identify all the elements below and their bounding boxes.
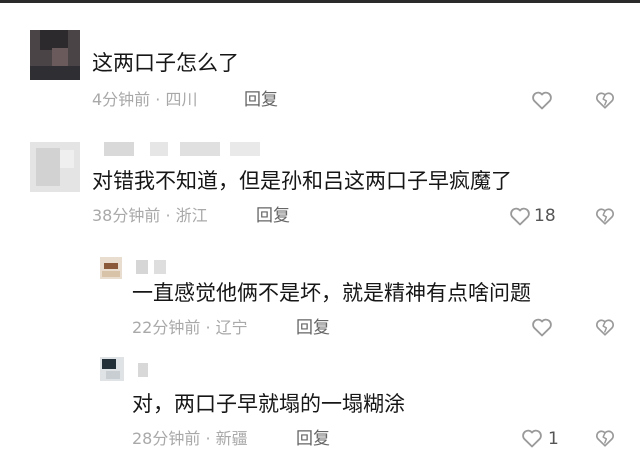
comment-location: 新疆	[215, 429, 248, 448]
avatar[interactable]	[100, 357, 124, 381]
meta-separator: ·	[205, 318, 211, 337]
broken-heart-icon[interactable]	[594, 316, 616, 338]
comment-text: 对，两口子早就塌的一塌糊涂	[132, 392, 405, 416]
like-count: 18	[534, 206, 556, 226]
comment-location: 四川	[165, 90, 198, 109]
avatar[interactable]	[100, 257, 122, 279]
heart-outline-icon[interactable]	[530, 315, 554, 339]
comment-meta: 22分钟前 · 辽宁	[132, 318, 248, 338]
comment-text: 一直感觉他俩不是坏，就是精神有点啥问题	[132, 281, 531, 305]
comment-time: 28分钟前	[132, 429, 201, 448]
meta-separator: ·	[205, 429, 211, 448]
comment-text: 对错我不知道，但是孙和吕这两口子早疯魔了	[92, 169, 512, 193]
comment-meta: 4分钟前 · 四川	[92, 90, 197, 110]
reply-button[interactable]: 回复	[256, 206, 290, 226]
meta-separator: ·	[155, 90, 161, 109]
comment-time: 4分钟前	[92, 90, 151, 109]
meta-separator: ·	[165, 206, 171, 225]
heart-outline-icon[interactable]	[530, 88, 554, 112]
comment-time: 22分钟前	[132, 318, 201, 337]
reply-button[interactable]: 回复	[244, 90, 278, 110]
broken-heart-icon[interactable]	[594, 205, 616, 227]
like-count: 1	[548, 429, 559, 449]
comment-text: 这两口子怎么了	[92, 51, 239, 75]
heart-outline-icon[interactable]	[520, 426, 544, 450]
comment-time: 38分钟前	[92, 206, 161, 225]
comment-location: 浙江	[175, 206, 208, 225]
broken-heart-icon[interactable]	[594, 89, 616, 111]
top-divider	[0, 0, 640, 3]
reply-button[interactable]: 回复	[296, 429, 330, 449]
broken-heart-icon[interactable]	[594, 427, 616, 449]
avatar[interactable]	[30, 142, 80, 192]
comment-meta: 38分钟前 · 浙江	[92, 206, 208, 226]
reply-button[interactable]: 回复	[296, 318, 330, 338]
comment-meta: 28分钟前 · 新疆	[132, 429, 248, 449]
heart-outline-icon[interactable]	[508, 204, 532, 228]
comment-location: 辽宁	[215, 318, 248, 337]
avatar[interactable]	[30, 30, 80, 80]
